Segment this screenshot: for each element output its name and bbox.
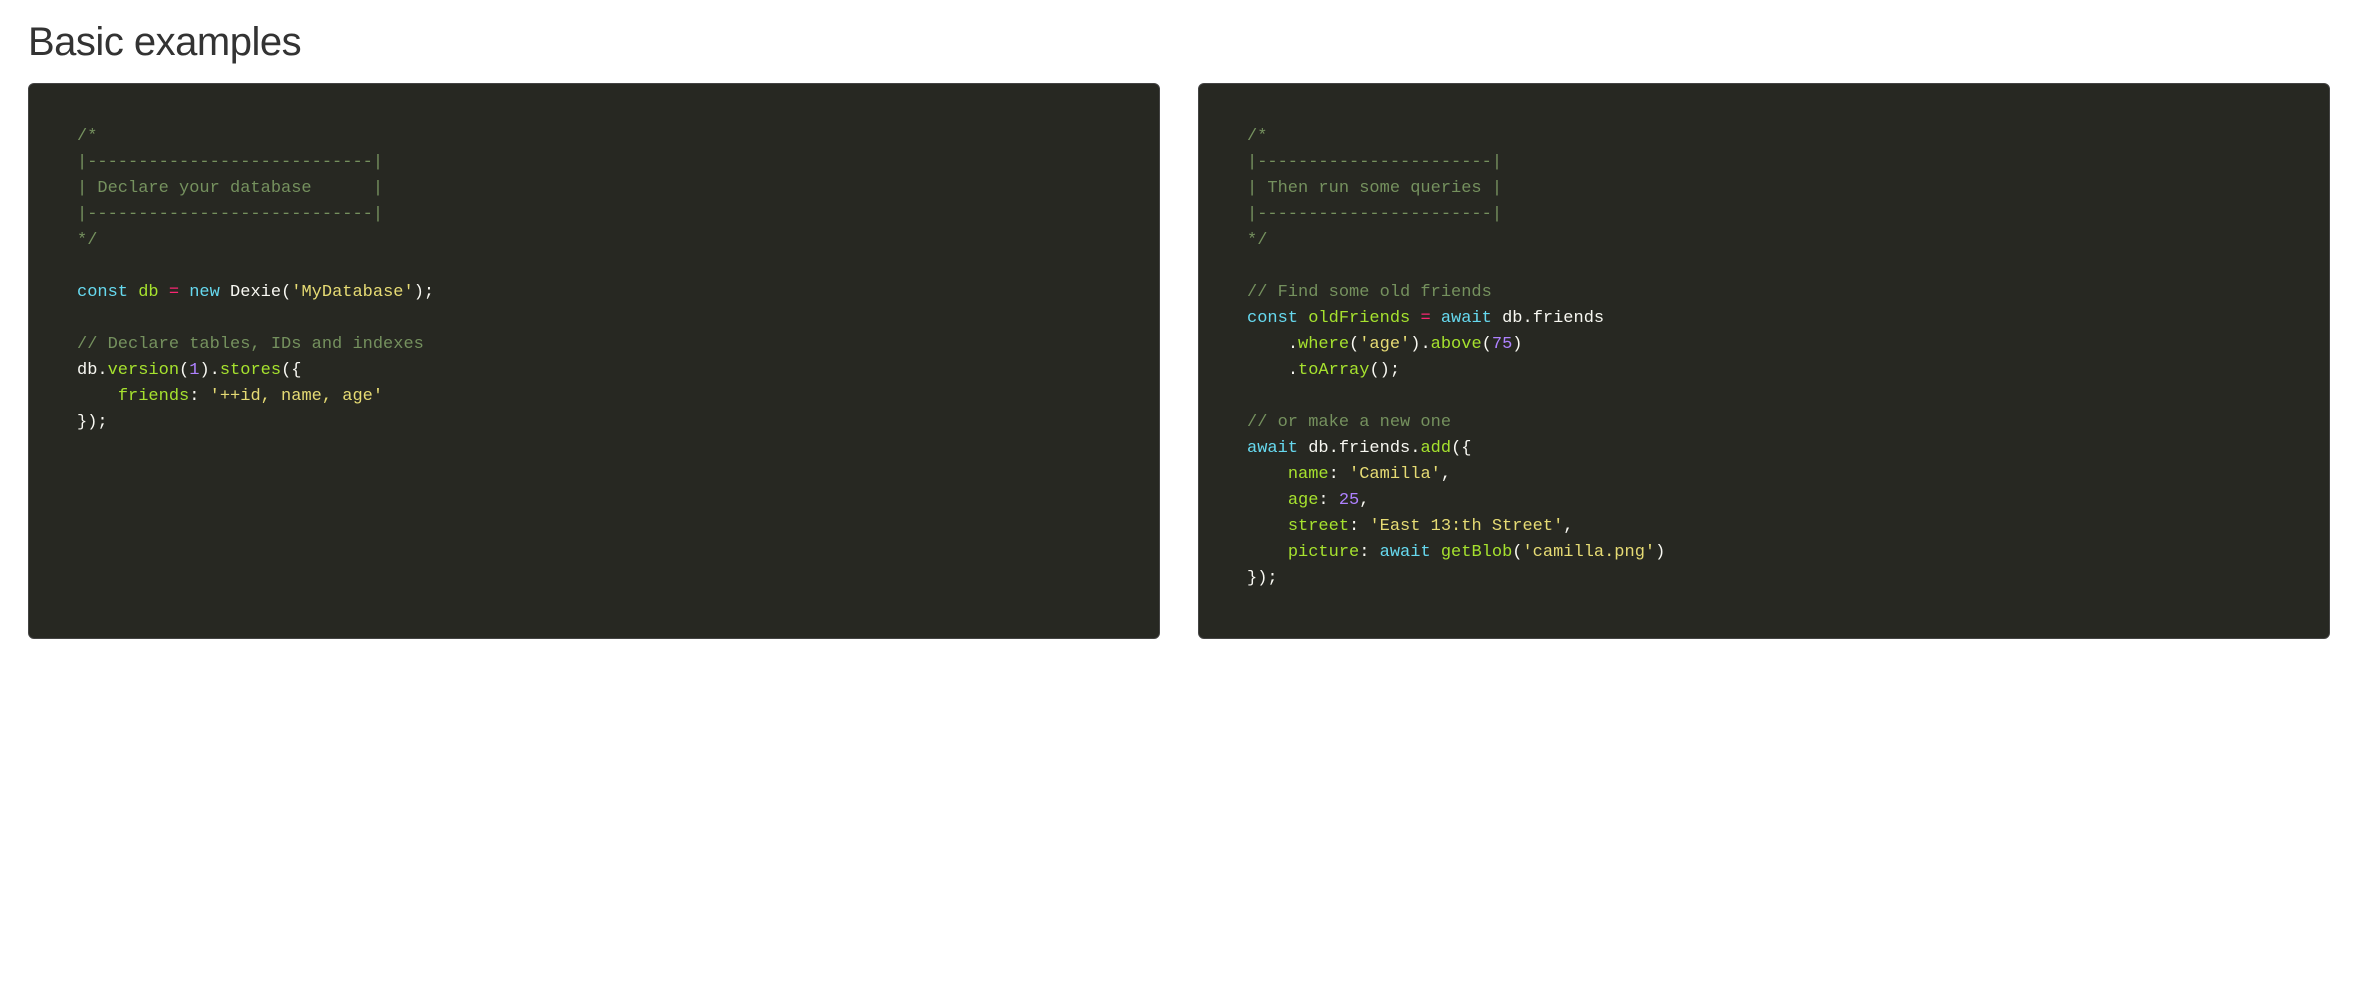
- code-punct: (: [1482, 335, 1492, 354]
- code-punct: .: [210, 361, 220, 380]
- code-block-queries: /* |-----------------------| | Then run …: [1247, 124, 2281, 592]
- code-comment: |----------------------------|: [77, 153, 383, 172]
- code-comment: |----------------------------|: [77, 205, 383, 224]
- code-punct: ,: [1441, 465, 1451, 484]
- code-punct: :: [1329, 465, 1339, 484]
- code-string: 'camilla.png': [1522, 543, 1655, 562]
- code-punct: ,: [1563, 517, 1573, 536]
- code-indent: [1247, 543, 1288, 562]
- code-punct: .: [1522, 309, 1532, 328]
- code-identifier: db: [1502, 309, 1522, 328]
- code-punct: ({: [1451, 439, 1471, 458]
- code-punct: ();: [1369, 361, 1400, 380]
- code-keyword: const: [77, 283, 128, 302]
- code-keyword: await: [1441, 309, 1492, 328]
- code-property: friends: [1533, 309, 1604, 328]
- code-punct: ): [1410, 335, 1420, 354]
- code-punct: });: [77, 413, 108, 432]
- code-comment: |-----------------------|: [1247, 205, 1502, 224]
- code-punct: :: [1359, 543, 1369, 562]
- code-comment: | Declare your database |: [77, 179, 383, 198]
- code-punct: .: [1410, 439, 1420, 458]
- code-indent: [1247, 517, 1288, 536]
- code-block-declare: /* |----------------------------| | Decl…: [77, 124, 1111, 436]
- code-punct: (: [1512, 543, 1522, 562]
- code-indent: [77, 387, 118, 406]
- code-punct: });: [1247, 569, 1278, 588]
- code-punct: (: [281, 283, 291, 302]
- code-operator: =: [1420, 309, 1430, 328]
- code-keyword: new: [189, 283, 220, 302]
- code-punct: :: [1318, 491, 1328, 510]
- code-property: street: [1288, 517, 1349, 536]
- code-method: toArray: [1298, 361, 1369, 380]
- code-identifier: oldFriends: [1308, 309, 1410, 328]
- code-comment: // or make a new one: [1247, 413, 1451, 432]
- code-punct: (: [1349, 335, 1359, 354]
- code-string: 'Camilla': [1349, 465, 1441, 484]
- examples-row: /* |----------------------------| | Decl…: [28, 83, 2330, 639]
- code-comment: | Then run some queries |: [1247, 179, 1502, 198]
- code-property: friends: [118, 387, 189, 406]
- section-heading: Basic examples: [28, 20, 2330, 65]
- code-operator: =: [169, 283, 179, 302]
- code-identifier: db: [1308, 439, 1328, 458]
- code-panel-queries: /* |-----------------------| | Then run …: [1198, 83, 2330, 639]
- code-function: getBlob: [1441, 543, 1512, 562]
- code-string: 'age': [1359, 335, 1410, 354]
- code-keyword: await: [1247, 439, 1298, 458]
- code-punct: ): [1655, 543, 1665, 562]
- code-identifier: db: [138, 283, 158, 302]
- code-indent: [1247, 465, 1288, 484]
- code-panel-declare: /* |----------------------------| | Decl…: [28, 83, 1160, 639]
- code-indent: [1247, 335, 1288, 354]
- code-comment: |-----------------------|: [1247, 153, 1502, 172]
- code-comment: /*: [1247, 127, 1267, 146]
- code-method: stores: [220, 361, 281, 380]
- code-punct: .: [1329, 439, 1339, 458]
- code-comment: */: [77, 231, 97, 250]
- code-string: 'East 13:th Street': [1369, 517, 1563, 536]
- code-indent: [1247, 491, 1288, 510]
- code-keyword: const: [1247, 309, 1298, 328]
- code-string: '++id, name, age': [210, 387, 383, 406]
- code-comment: // Find some old friends: [1247, 283, 1492, 302]
- code-property: friends: [1339, 439, 1410, 458]
- code-punct: ): [199, 361, 209, 380]
- code-comment: */: [1247, 231, 1267, 250]
- code-comment: /*: [77, 127, 97, 146]
- code-identifier: db: [77, 361, 97, 380]
- code-method: where: [1298, 335, 1349, 354]
- code-property: age: [1288, 491, 1319, 510]
- code-property: picture: [1288, 543, 1359, 562]
- code-punct: (: [179, 361, 189, 380]
- code-method: add: [1420, 439, 1451, 458]
- code-class: Dexie: [230, 283, 281, 302]
- code-punct: ,: [1359, 491, 1369, 510]
- code-string: 'MyDatabase': [291, 283, 413, 302]
- code-punct: :: [1349, 517, 1359, 536]
- code-punct: .: [97, 361, 107, 380]
- code-punct: .: [1420, 335, 1430, 354]
- code-punct: :: [189, 387, 199, 406]
- code-number: 1: [189, 361, 199, 380]
- code-property: name: [1288, 465, 1329, 484]
- code-punct: );: [414, 283, 434, 302]
- code-punct: .: [1288, 361, 1298, 380]
- code-number: 25: [1339, 491, 1359, 510]
- code-punct: ): [1512, 335, 1522, 354]
- code-method: version: [108, 361, 179, 380]
- code-method: above: [1431, 335, 1482, 354]
- code-number: 75: [1492, 335, 1512, 354]
- code-punct: .: [1288, 335, 1298, 354]
- code-indent: [1247, 361, 1288, 380]
- code-punct: ({: [281, 361, 301, 380]
- code-keyword: await: [1380, 543, 1431, 562]
- code-comment: // Declare tables, IDs and indexes: [77, 335, 424, 354]
